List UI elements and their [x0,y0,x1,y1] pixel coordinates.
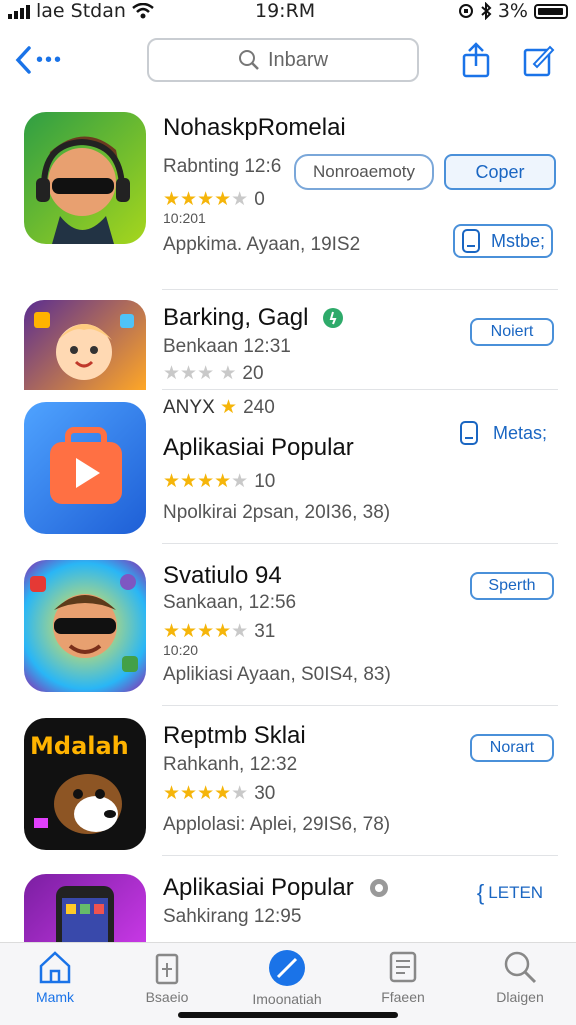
list-item[interactable]: Mdalah Reptmb Sklai Rahkanh, 12:32 ★★★★★… [0,706,576,856]
tab-label: Mamk [35,989,75,1005]
clock: 19:RM [255,0,316,22]
app-title: Aplikasiai Popular [163,874,354,901]
pre-text: ANYX [163,397,215,418]
app-small-text: 10:201 [163,210,206,226]
app-title: Svatiulo 94 [163,562,282,589]
side-button[interactable]: Sperth [470,572,554,600]
back-button[interactable]: ••• [14,42,63,78]
tab-library[interactable]: Ffaeen [355,949,451,1005]
app-icon [24,874,146,942]
app-icon: Mdalah [24,718,146,850]
app-icon [24,112,146,244]
tab-discover[interactable]: Imoonatiah [239,949,335,1007]
search-icon [238,50,259,70]
book-icon [389,951,417,983]
more-dots-icon: ••• [36,49,64,71]
wifi-icon [132,3,154,19]
side-button[interactable]: Noiert [470,318,554,346]
document-icon [155,953,179,985]
list-item[interactable]: NohaskpRomelai Rabnting 12:6 Nonroaemoty… [0,100,576,290]
side-button[interactable]: Mstbe; [453,224,553,258]
app-small-text: 10:20 [163,642,199,658]
app-title: Barking, Gagl [163,304,309,331]
document-icon [460,421,478,445]
tab-label: Bsaeio [145,989,189,1005]
rating-stars: ★★★★★ 0 [163,189,265,210]
rating-stars: ★★★ ★ 20 [163,363,264,384]
app-meta: Npolkirai 2psan, 20I36, 38) [163,502,391,523]
app-subtitle: Sankaan, 12:56 [163,592,297,613]
search-field[interactable]: Inbarw [147,38,419,82]
app-icon [24,560,146,692]
rating-stars: ★★★★★ 31 [163,621,276,642]
battery-percent: 3% [497,0,528,22]
battery-icon [534,3,568,19]
secondary-button[interactable]: Nonroaemoty [294,154,434,190]
side-button-label: LETEN [488,883,544,902]
rating-stars: ★★★★★ 30 [163,783,276,804]
side-button-label: Metas; [492,422,547,443]
search-placeholder: Inbarw [267,48,329,71]
app-meta: Aplikiasi Ayaan, S0IS4, 83) [163,664,391,685]
orientation-lock-icon [458,4,473,18]
app-title: NohaskpRomelai [163,114,346,141]
settings-icon [369,879,388,897]
app-icon [24,300,146,390]
tab-browse[interactable]: Bsaeio [119,949,215,1005]
edit-icon[interactable] [520,42,556,78]
chevron-left-icon [15,46,31,74]
side-button[interactable]: Norart [470,734,554,762]
tab-label: Dlaigen [496,989,544,1005]
side-button-label: Mstbe; [490,230,545,251]
rating-stars: ★★★★★ 10 [163,471,276,492]
home-indicator [178,1012,398,1018]
home-icon [39,951,71,984]
app-subtitle: Sahkirang 12:95 [163,906,302,927]
list-item[interactable]: Aplikasiai Popular Sahkirang 12:95 { LET… [0,856,576,942]
app-subtitle: Rabnting 12:6 [163,156,282,177]
app-title-row: Aplikasiai Popular [163,874,390,902]
app-meta: Applolasi: Aplei, 29IS6, 78) [163,814,391,835]
compass-icon [269,950,305,986]
verified-icon [323,308,344,328]
tab-search[interactable]: Dlaigen [472,949,568,1005]
app-subtitle: Benkaan 12:31 [163,336,291,357]
status-bar: lae Stdan 19:RM 3% [0,0,576,24]
app-icon [24,402,146,534]
app-meta: Appkima. Ayaan, 19IS2 [163,234,361,255]
list-item[interactable]: ANYX ★ 240 Aplikasiai Popular ★★★★★ 10 Npo… [0,390,576,544]
bluetooth-icon [481,2,492,20]
list-item[interactable]: Svatiulo 94 Sankaan, 12:56 ★★★★★ 31 10:20… [0,544,576,706]
app-subtitle: Rahkanh, 12:32 [163,754,298,775]
app-title-row: Barking, Gagl [163,304,344,332]
app-title: Reptmb Sklai [163,722,306,749]
document-icon [462,229,480,253]
side-button[interactable]: { LETEN [466,878,554,908]
carrier-text: lae Stdan [36,0,126,22]
svg-text:Mdalah: Mdalah [30,732,129,760]
signal-icon [8,3,30,19]
tab-home[interactable]: Mamk [7,949,103,1005]
pre-rating: ANYX ★ 240 [163,397,275,418]
side-button[interactable]: Metas; [453,416,553,450]
list-item[interactable]: Barking, Gagl Benkaan 12:31 ★★★ ★ 20 Noie… [0,290,576,390]
tab-label: Ffaeen [381,989,425,1005]
search-icon [504,951,537,984]
share-icon[interactable] [458,42,494,78]
app-title: Aplikasiai Popular [163,434,354,461]
get-button[interactable]: Coper [444,154,556,190]
tab-label: Imoonatiah [252,991,322,1007]
nav-bar: ••• Inbarw [0,38,576,84]
brace-left-icon: { [476,880,485,905]
